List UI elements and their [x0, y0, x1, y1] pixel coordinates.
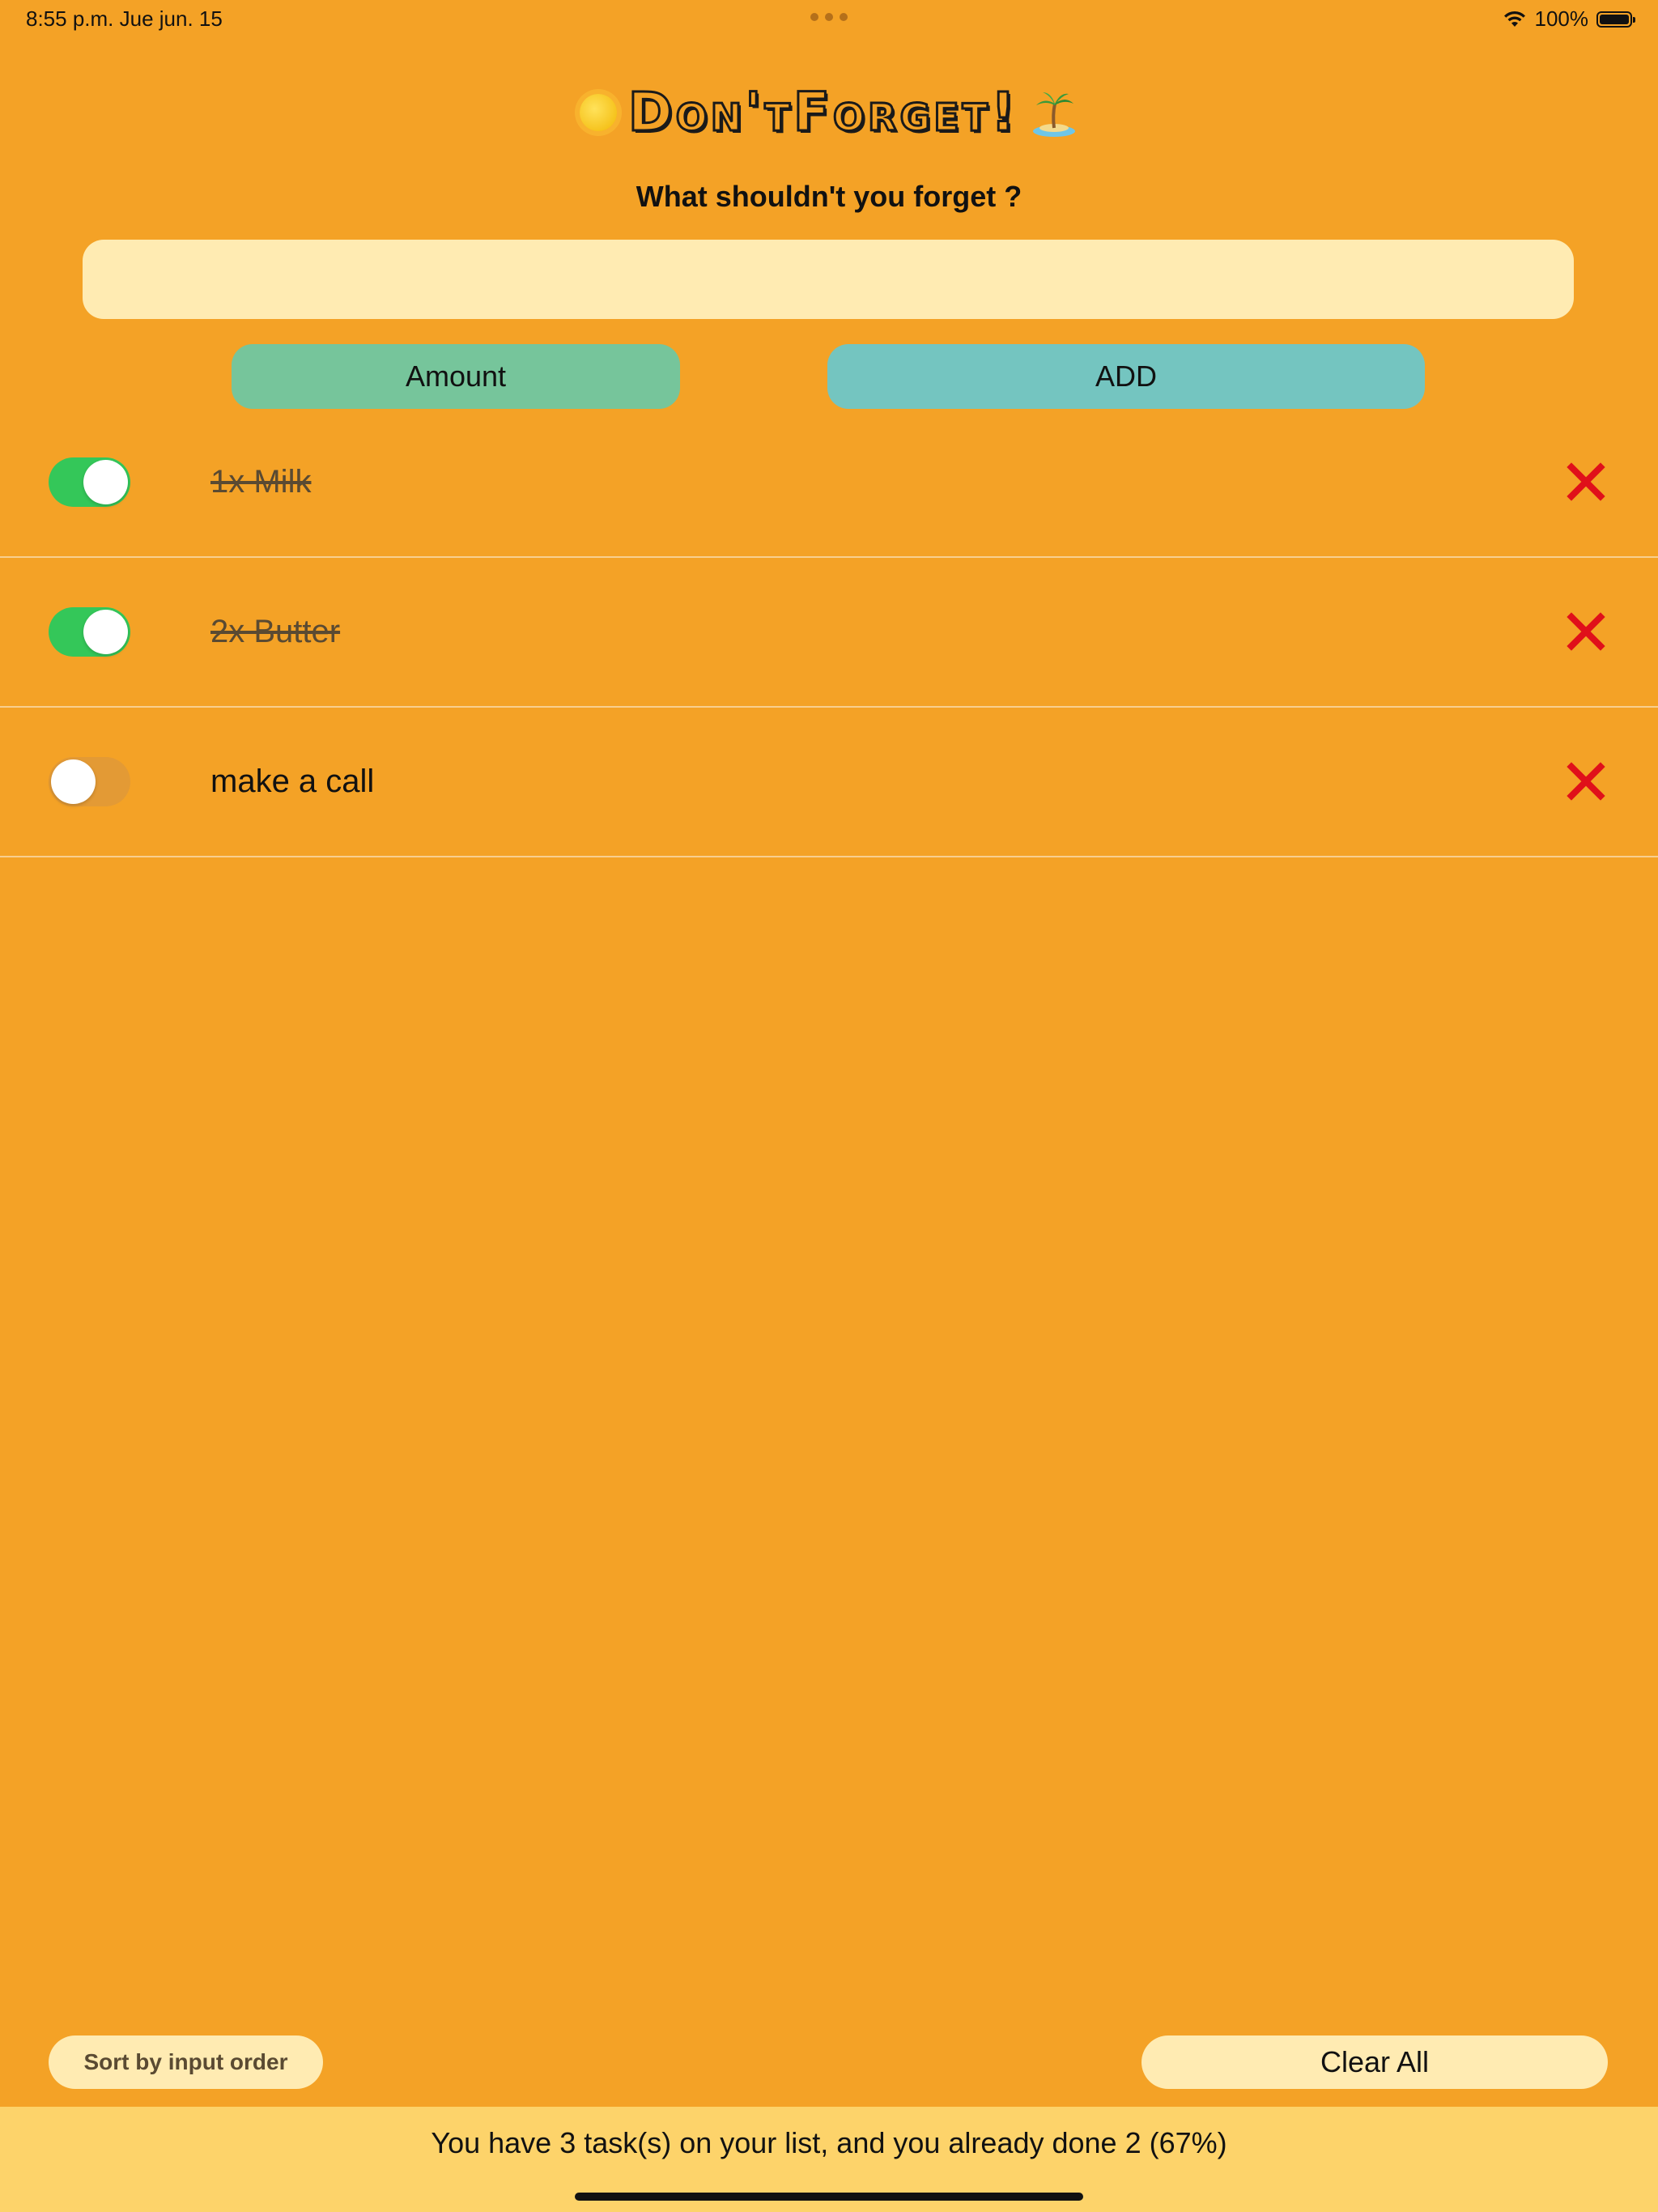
- status-right: 100%: [1503, 6, 1635, 32]
- wifi-icon: [1503, 11, 1525, 27]
- task-toggle[interactable]: [49, 607, 130, 657]
- home-indicator[interactable]: [575, 2193, 1083, 2201]
- app-title: Don'tForget!: [627, 80, 1019, 145]
- task-toggle[interactable]: [49, 457, 130, 507]
- palm-island-icon: [1033, 91, 1076, 137]
- amount-button[interactable]: Amount: [232, 344, 680, 409]
- delete-icon[interactable]: [1566, 611, 1606, 652]
- sun-icon: [579, 93, 617, 131]
- summary-text: You have 3 task(s) on your list, and you…: [431, 2126, 1227, 2159]
- task-label: make a call: [210, 764, 375, 799]
- delete-icon[interactable]: [1566, 761, 1606, 802]
- add-button[interactable]: ADD: [827, 344, 1425, 409]
- task-row: 2x Butter: [0, 558, 1658, 708]
- task-toggle[interactable]: [49, 757, 130, 806]
- prompt-heading: What shouldn't you forget ?: [636, 180, 1022, 213]
- status-bar: 8:55 p.m. Jue jun. 15 100%: [0, 0, 1658, 40]
- task-label: 1x Milk: [210, 464, 312, 500]
- task-row: 1x Milk: [0, 408, 1658, 558]
- task-row: make a call: [0, 708, 1658, 857]
- clear-all-button[interactable]: Clear All: [1141, 2035, 1608, 2089]
- battery-icon: [1596, 11, 1635, 28]
- delete-icon[interactable]: [1566, 462, 1606, 502]
- summary-bar: You have 3 task(s) on your list, and you…: [0, 2107, 1658, 2212]
- app-title-row: Don'tForget!: [0, 80, 1658, 145]
- task-label: 2x Butter: [210, 614, 341, 649]
- task-list: 1x Milk 2x Butter make a call: [0, 408, 1658, 857]
- task-input[interactable]: [83, 240, 1574, 319]
- multitasking-dots-icon[interactable]: [810, 13, 848, 21]
- sort-button[interactable]: Sort by input order: [49, 2035, 323, 2089]
- status-time: 8:55 p.m. Jue jun. 15: [26, 6, 223, 31]
- battery-percent: 100%: [1534, 6, 1589, 31]
